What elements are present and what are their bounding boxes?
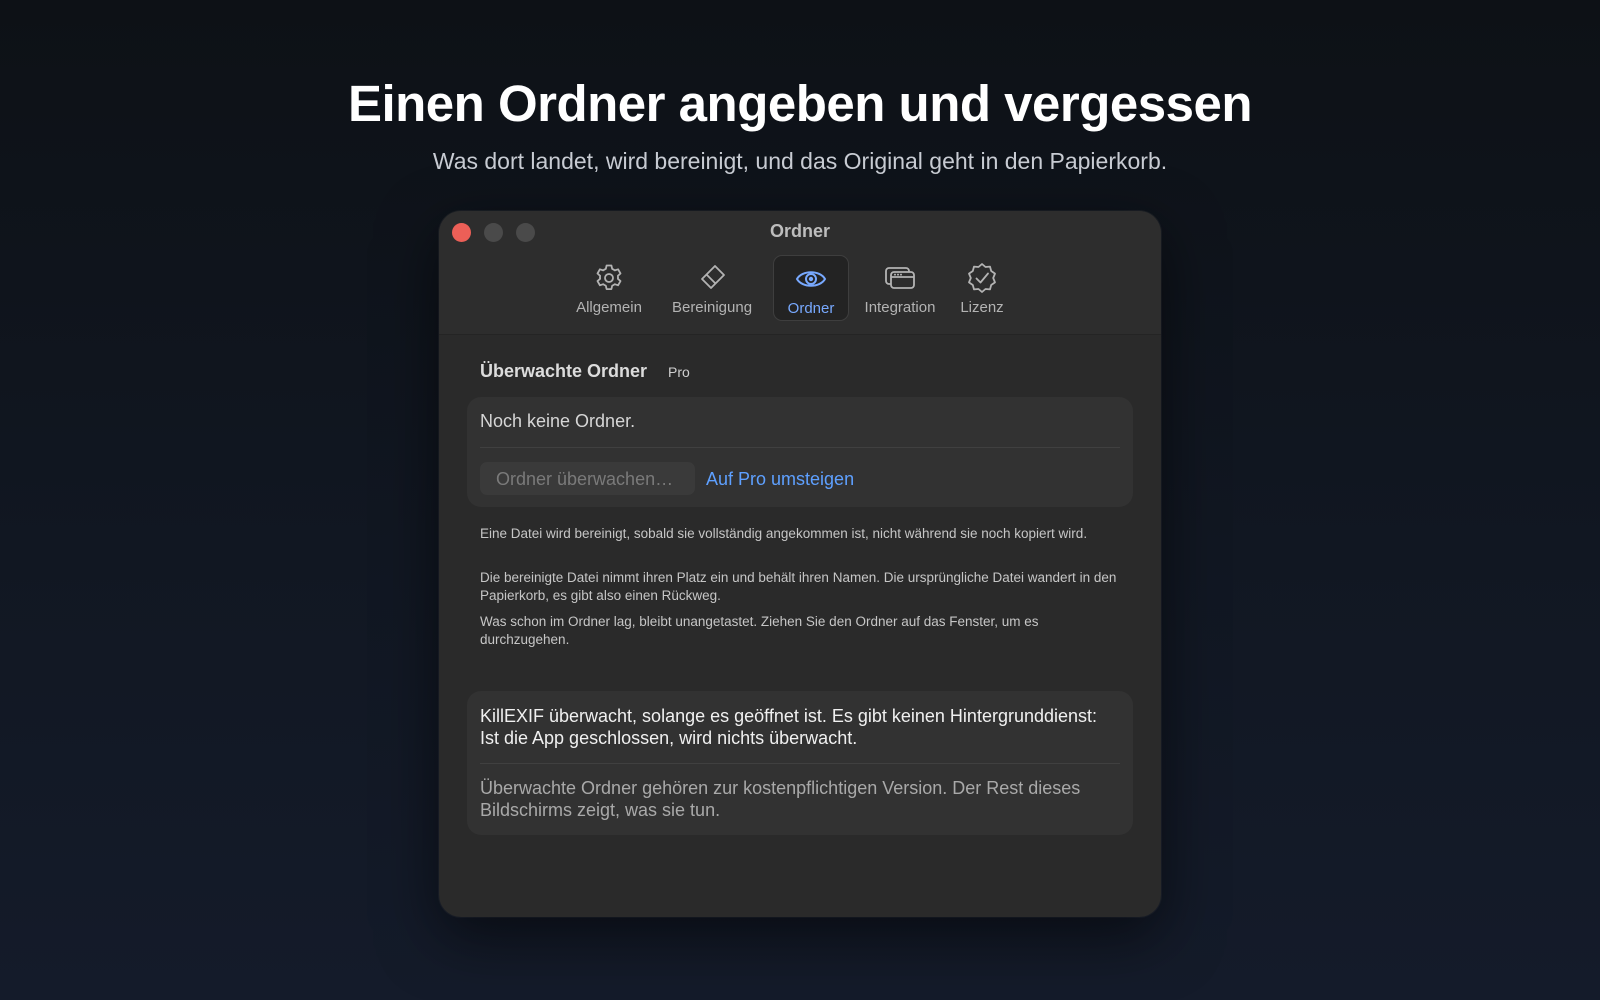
window-title: Ordner <box>769 221 830 241</box>
tab-lizenz-label: Lizenz <box>960 299 1004 316</box>
watched-folders-box: Noch keine Ordner. Ordner überwachen… Au… <box>467 397 1133 507</box>
pro-badge: Pro <box>668 364 690 380</box>
tab-integration[interactable]: Integration <box>857 255 943 321</box>
notice-secondary-text: Überwachte Ordner gehören zur kostenpfli… <box>480 778 1081 820</box>
window-titlebar: Ordner Allgemein Bereinigung Ordner Inte… <box>439 211 1161 335</box>
hero-title: Einen Ordner angeben und vergessen <box>347 75 1253 132</box>
settings-window: Ordner Allgemein Bereinigung Ordner Inte… <box>439 211 1161 917</box>
divider <box>480 763 1120 764</box>
tab-allgemein-label: Allgemein <box>576 299 642 316</box>
checkmark-seal-icon <box>968 263 996 293</box>
empty-folders-text: Noch keine Ordner. <box>480 411 636 431</box>
info-paragraph-3: Was schon im Ordner lag, bleibt unangeta… <box>480 614 1039 647</box>
notice-main-text: KillEXIF überwacht, solange es geöffnet … <box>480 706 1098 748</box>
tab-allgemein[interactable]: Allgemein <box>569 255 649 321</box>
eye-icon <box>795 271 827 287</box>
info-paragraph-1: Eine Datei wird bereinigt, sobald sie vo… <box>480 526 1088 541</box>
notice-box: KillEXIF überwacht, solange es geöffnet … <box>467 691 1133 835</box>
gear-icon <box>596 264 622 290</box>
eraser-icon <box>701 265 725 289</box>
tab-bereinigung[interactable]: Bereinigung <box>666 255 758 321</box>
hero-subtitle: Was dort landet, wird bereinigt, und das… <box>432 148 1168 174</box>
tab-ordner-label: Ordner <box>787 300 835 317</box>
divider <box>480 447 1120 448</box>
watched-folders-heading: Überwachte Ordner <box>480 361 648 381</box>
tab-integration-label: Integration <box>864 299 936 316</box>
tab-lizenz[interactable]: Lizenz <box>949 255 1015 321</box>
windows-icon <box>885 267 915 289</box>
info-paragraph-2: Die bereinigte Datei nimmt ihren Platz e… <box>480 570 1117 603</box>
upgrade-to-pro-link[interactable]: Auf Pro umsteigen <box>706 469 854 490</box>
watch-folder-button[interactable]: Ordner überwachen… <box>480 462 695 495</box>
tab-bereinigung-label: Bereinigung <box>671 299 753 316</box>
tab-ordner[interactable]: Ordner <box>773 255 849 321</box>
